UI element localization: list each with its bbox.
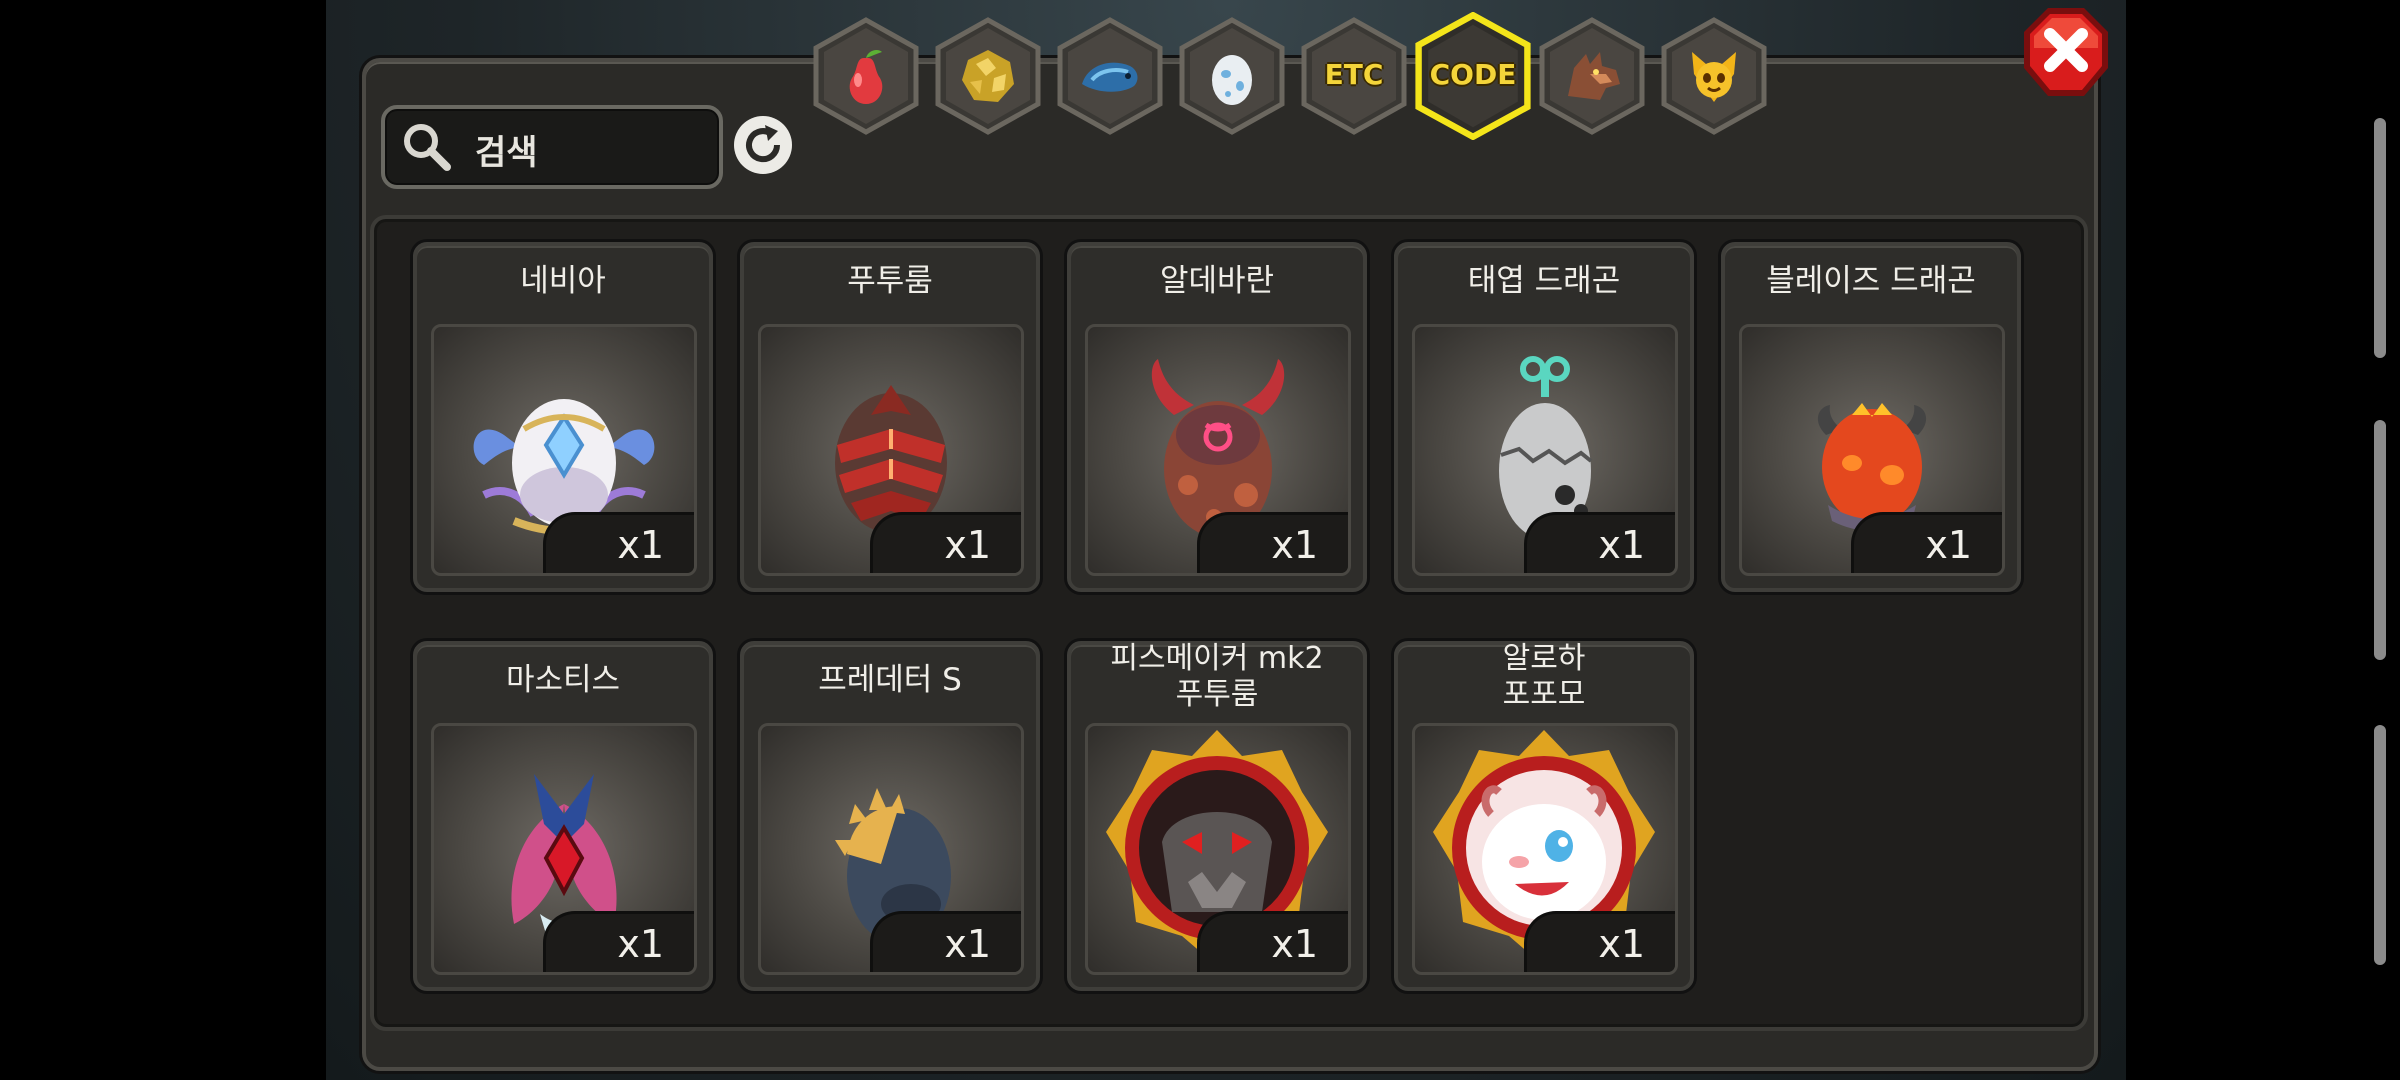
blue-fish-icon: [1082, 62, 1138, 92]
item-name: 알데바란: [1159, 263, 1275, 299]
item-name: 태엽 드래곤: [1467, 263, 1621, 299]
item-card[interactable]: 태엽 드래곤 x1: [1394, 242, 1694, 592]
close-icon[interactable]: [2020, 4, 2112, 100]
item-image-frame: x1: [431, 723, 697, 975]
tab-etc-label: ETC: [1324, 58, 1384, 91]
item-card[interactable]: 블레이즈 드래곤 x1: [1721, 242, 2021, 592]
item-image-frame: x1: [758, 324, 1024, 576]
item-count-badge: x1: [870, 512, 1021, 573]
item-count-badge: x1: [1524, 911, 1675, 972]
yellow-creature-icon: [1692, 52, 1736, 102]
tab-code-label: CODE: [1429, 58, 1517, 91]
search-icon: [404, 124, 451, 171]
item-count: x1: [944, 922, 991, 966]
item-count: x1: [617, 523, 664, 567]
item-image-frame: x1: [1412, 324, 1678, 576]
item-name: 피스메이커 mk2 푸투룸: [1110, 641, 1324, 712]
item-name: 프레데터 S: [818, 662, 962, 698]
item-count-badge: x1: [1851, 512, 2002, 573]
gold-ore-icon: [962, 50, 1014, 102]
item-image-frame: x1: [758, 723, 1024, 975]
item-card[interactable]: 네비아 x1: [413, 242, 713, 592]
item-count: x1: [1925, 523, 1972, 567]
item-name: 마소티스: [505, 662, 621, 698]
tab-gold[interactable]: [932, 16, 1044, 136]
item-name: 푸투룸: [847, 263, 933, 299]
item-count-badge: x1: [543, 911, 694, 972]
item-count-badge: x1: [1524, 512, 1675, 573]
item-count: x1: [617, 922, 664, 966]
item-name: 알로하 포포모: [1502, 641, 1586, 712]
item-card[interactable]: 피스메이커 mk2 푸투룸 x1: [1067, 641, 1367, 991]
item-card[interactable]: 프레데터 S x1: [740, 641, 1040, 991]
spotted-egg-icon: [1212, 55, 1252, 105]
pear-fruit-icon: [849, 50, 883, 104]
item-count-badge: x1: [870, 911, 1021, 972]
refresh-icon[interactable]: [732, 114, 794, 176]
item-count-badge: x1: [1197, 911, 1348, 972]
item-image-frame: x1: [1085, 324, 1351, 576]
tab-creature[interactable]: [1658, 16, 1770, 136]
tab-fish[interactable]: [1054, 16, 1166, 136]
item-count-badge: x1: [543, 512, 694, 573]
item-count: x1: [1271, 922, 1318, 966]
tab-dragon[interactable]: [1536, 16, 1648, 136]
item-image-frame: x1: [1739, 324, 2005, 576]
dragon-head-icon: [1568, 52, 1620, 100]
tab-etc[interactable]: ETC: [1298, 16, 1410, 136]
item-name: 네비아: [520, 263, 606, 299]
item-card[interactable]: 마소티스 x1: [413, 641, 713, 991]
item-card[interactable]: 푸투룸 x1: [740, 242, 1040, 592]
item-count: x1: [1271, 523, 1318, 567]
scrollbar-segment[interactable]: [2374, 420, 2386, 660]
tab-egg[interactable]: [1176, 16, 1288, 136]
item-count-badge: x1: [1197, 512, 1348, 573]
tab-code[interactable]: CODE: [1412, 12, 1534, 140]
item-image-frame: x1: [1412, 723, 1678, 975]
item-count: x1: [1598, 922, 1645, 966]
item-count: x1: [944, 523, 991, 567]
scrollbar-segment[interactable]: [2374, 725, 2386, 965]
item-image-frame: x1: [431, 324, 697, 576]
item-count: x1: [1598, 523, 1645, 567]
item-name: 블레이즈 드래곤: [1766, 263, 1976, 299]
item-card[interactable]: 알데바란 x1: [1067, 242, 1367, 592]
search-placeholder: 검색: [475, 133, 538, 173]
item-card[interactable]: 알로하 포포모 x1: [1394, 641, 1694, 991]
tab-fruit[interactable]: [810, 16, 922, 136]
item-image-frame: x1: [1085, 723, 1351, 975]
scrollbar-segment[interactable]: [2374, 118, 2386, 358]
search-input[interactable]: 검색: [381, 105, 723, 189]
system-side-bar: [2126, 0, 2400, 1080]
